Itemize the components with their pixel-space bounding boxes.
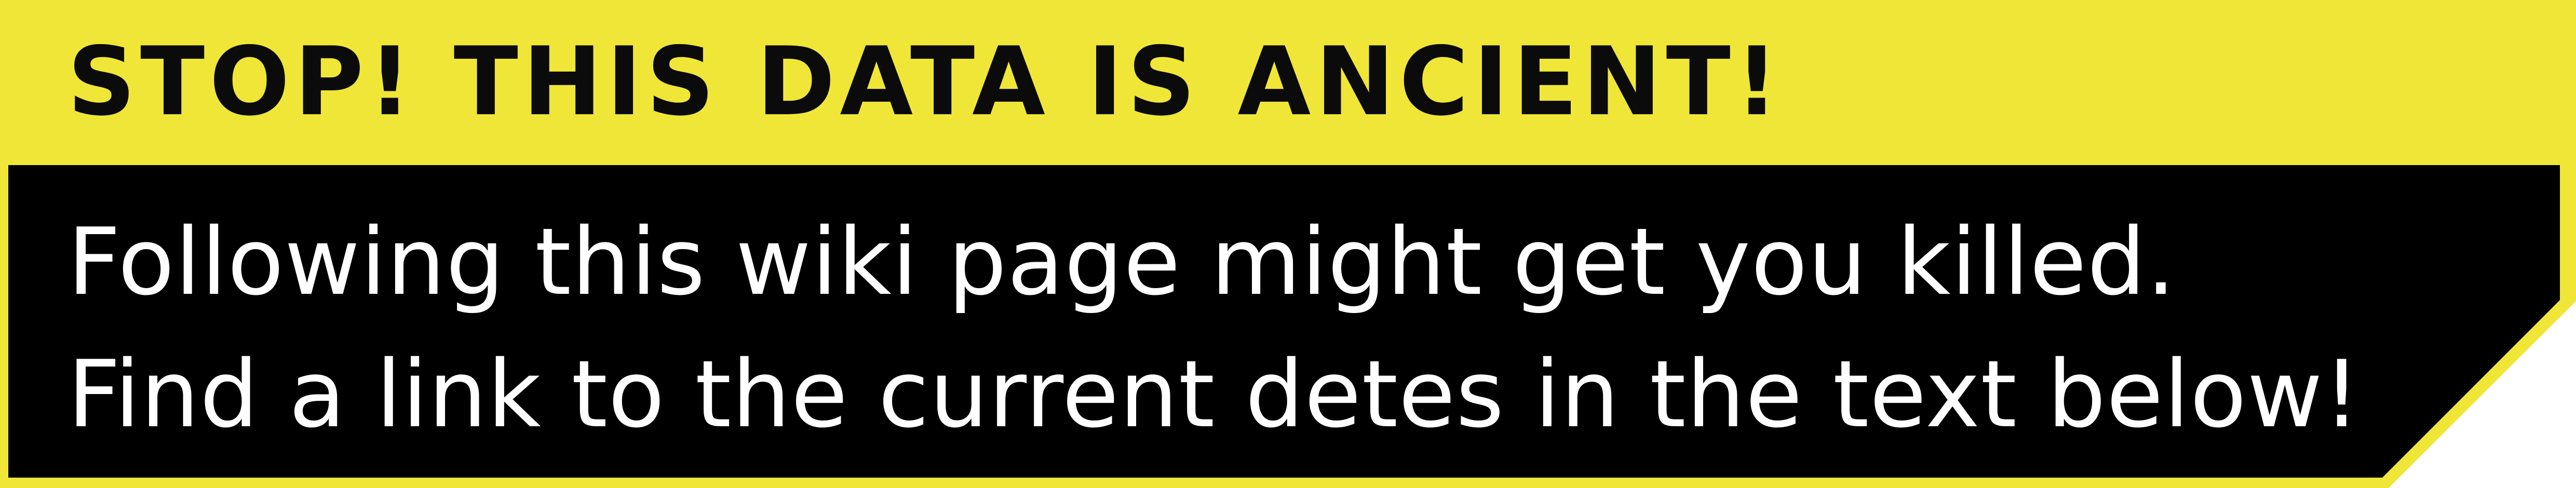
warning-heading: STOP! THIS DATA IS ANCIENT!: [68, 26, 1783, 137]
warning-message-line-1: Following this wiki page might get you k…: [68, 208, 2176, 316]
outdated-data-warning-banner: STOP! THIS DATA IS ANCIENT! Following th…: [0, 0, 2576, 488]
warning-message-line-2: Find a link to the current detes in the …: [68, 341, 2361, 448]
